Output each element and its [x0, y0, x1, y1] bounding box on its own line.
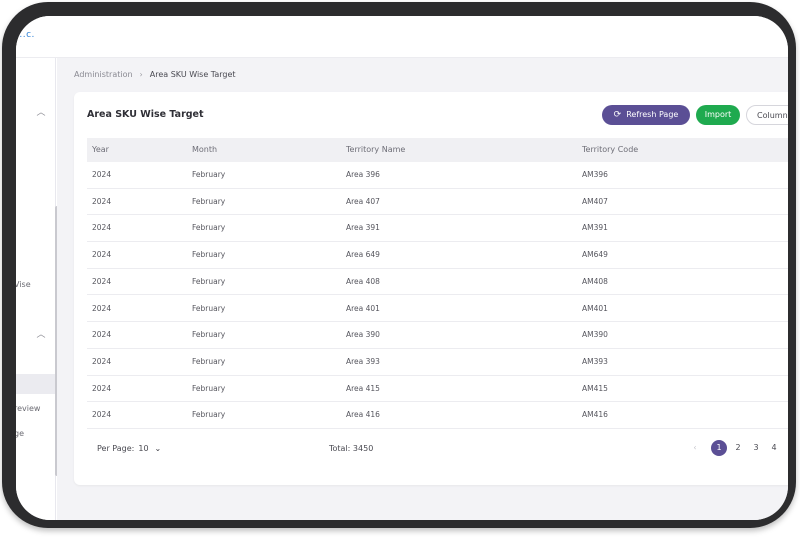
- per-page-control: Per Page: 10 ⌄: [97, 444, 161, 453]
- cell-territory-code: AM407: [582, 196, 608, 206]
- table-row[interactable]: 2024 February Area 390 AM390: [87, 322, 788, 349]
- cell-year: 2024: [92, 196, 112, 206]
- hardware-button: [2, 64, 8, 104]
- table-row[interactable]: 2024 February Area 415 AM415: [87, 376, 788, 403]
- sidebar-item-label[interactable]: ge: [16, 429, 24, 438]
- hardware-button: [110, 2, 154, 8]
- cell-year: 2024: [92, 356, 112, 366]
- cell-territory-name: Area 416: [346, 410, 380, 420]
- cell-territory-code: AM391: [582, 223, 608, 233]
- table-row[interactable]: 2024 February Area 407 AM407: [87, 189, 788, 216]
- column-header-territory-code[interactable]: Territory Code: [582, 138, 638, 162]
- cell-month: February: [192, 276, 226, 286]
- cell-month: February: [192, 170, 226, 179]
- import-button[interactable]: Import: [696, 105, 740, 125]
- device-frame: ...c. ︿ Vise ︿ review ge n Administratio…: [2, 2, 796, 528]
- cell-territory-code: AM393: [582, 356, 608, 366]
- table-row[interactable]: 2024 February Area 649 AM649: [87, 242, 788, 269]
- cell-territory-name: Area 391: [346, 223, 380, 233]
- chevron-down-icon[interactable]: ⌄: [155, 444, 162, 453]
- import-button-label: Import: [704, 110, 732, 119]
- cell-territory-name: Area 415: [346, 383, 380, 393]
- cell-month: February: [192, 196, 226, 206]
- sidebar: ︿ Vise ︿ review ge n: [16, 58, 56, 520]
- main-content: Administration › Area SKU Wise Target Area…: [57, 58, 788, 520]
- table-row[interactable]: 2024 February Area 408 AM408: [87, 269, 788, 296]
- cell-month: February: [192, 383, 226, 393]
- column-header-month[interactable]: Month: [192, 138, 217, 162]
- cell-month: February: [192, 250, 226, 260]
- cell-year: 2024: [92, 303, 112, 313]
- columns-button[interactable]: Column: [746, 105, 788, 125]
- cell-territory-name: Area 396: [346, 170, 380, 179]
- cell-year: 2024: [92, 170, 112, 179]
- cell-year: 2024: [92, 410, 112, 420]
- sidebar-item-label[interactable]: Vise: [16, 280, 31, 289]
- cell-territory-code: AM401: [582, 303, 608, 313]
- table-row[interactable]: 2024 February Area 416 AM416: [87, 402, 788, 429]
- cell-year: 2024: [92, 383, 112, 393]
- breadcrumb-current: Area SKU Wise Target: [149, 70, 236, 79]
- cell-year: 2024: [92, 223, 112, 233]
- table-row[interactable]: 2024 February Area 393 AM393: [87, 349, 788, 376]
- per-page-label: Per Page:: [97, 444, 135, 453]
- refresh-page-button[interactable]: ⟳ Refresh Page: [602, 105, 690, 125]
- brand-logo-text: ...c.: [16, 30, 35, 40]
- page-button-1[interactable]: 1: [711, 440, 727, 456]
- sidebar-item-label[interactable]: n: [16, 502, 20, 511]
- cell-territory-name: Area 393: [346, 356, 380, 366]
- screen: ...c. ︿ Vise ︿ review ge n Administratio…: [16, 16, 788, 520]
- previous-page-icon[interactable]: ‹: [689, 440, 701, 456]
- per-page-select[interactable]: 10: [138, 444, 148, 453]
- cell-territory-name: Area 390: [346, 330, 380, 340]
- cell-year: 2024: [92, 276, 112, 286]
- breadcrumb-separator: ›: [139, 70, 143, 79]
- breadcrumb-root[interactable]: Administration: [74, 70, 133, 79]
- sidebar-item-label[interactable]: review: [16, 404, 40, 413]
- cell-territory-code: AM408: [582, 276, 608, 286]
- table-row[interactable]: 2024 February Area 391 AM391: [87, 215, 788, 243]
- cell-territory-name: Area 401: [346, 303, 380, 313]
- cell-month: February: [192, 356, 226, 366]
- cell-territory-code: AM396: [582, 170, 608, 179]
- cell-territory-code: AM649: [582, 250, 608, 260]
- top-app-bar: ...c.: [16, 16, 788, 58]
- column-header-year[interactable]: Year: [92, 138, 109, 162]
- cell-month: February: [192, 223, 226, 233]
- cell-year: 2024: [92, 330, 112, 340]
- table-row[interactable]: 2024 February Area 396 AM396: [87, 162, 788, 189]
- table-row[interactable]: 2024 February Area 401 AM401: [87, 296, 788, 323]
- cell-territory-name: Area 649: [346, 250, 380, 260]
- column-header-territory-name[interactable]: Territory Name: [346, 138, 405, 162]
- columns-button-label: Column: [757, 111, 788, 120]
- cell-month: February: [192, 410, 226, 420]
- cell-territory-name: Area 408: [346, 276, 380, 286]
- breadcrumb: Administration › Area SKU Wise Target: [74, 70, 236, 79]
- page-title: Area SKU Wise Target: [87, 109, 204, 120]
- cell-year: 2024: [92, 250, 112, 260]
- total-count: Total: 3450: [329, 444, 374, 453]
- cell-territory-code: AM416: [582, 410, 608, 420]
- refresh-icon: ⟳: [613, 110, 622, 120]
- page-button-3[interactable]: 3: [748, 440, 764, 456]
- hardware-button: [70, 2, 102, 8]
- cell-territory-name: Area 407: [346, 196, 380, 206]
- target-card: Area SKU Wise Target ⟳ Refresh Page Impor…: [74, 92, 788, 485]
- refresh-button-label: Refresh Page: [626, 110, 679, 119]
- table-header: Year Month Territory Name Territory Code: [87, 138, 788, 162]
- chevron-up-icon[interactable]: ︿: [36, 108, 46, 118]
- sidebar-item-active[interactable]: [16, 374, 56, 394]
- cell-territory-code: AM415: [582, 383, 608, 393]
- page-button-2[interactable]: 2: [730, 440, 746, 456]
- cell-month: February: [192, 330, 226, 340]
- page-button-4[interactable]: 4: [766, 440, 782, 456]
- cell-territory-code: AM390: [582, 330, 608, 340]
- chevron-up-icon[interactable]: ︿: [36, 330, 46, 340]
- cell-month: February: [192, 303, 226, 313]
